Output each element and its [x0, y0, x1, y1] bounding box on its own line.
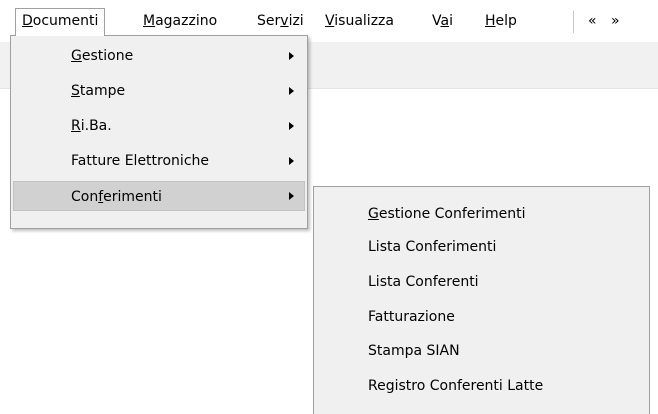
- menu-item-gestione[interactable]: Gestione: [13, 41, 305, 71]
- submenu-item-lista-conferimenti[interactable]: Lista Conferimenti: [368, 232, 496, 262]
- menu-documenti[interactable]: Documenti: [15, 8, 106, 36]
- menu-bar: Documenti Magazzino Servizi Visualizza V…: [0, 0, 658, 42]
- submenu-arrow-icon: [289, 122, 294, 130]
- menu-item-fatture-elettroniche[interactable]: Fatture Elettroniche: [13, 146, 305, 176]
- menu-item-conferimenti[interactable]: Conferimenti: [13, 181, 305, 211]
- menu-item-stampe[interactable]: Stampe: [13, 76, 305, 106]
- menu-servizi[interactable]: Servizi: [251, 8, 310, 34]
- submenu-item-stampa-sian[interactable]: Stampa SIAN: [368, 336, 460, 366]
- submenu-arrow-icon: [289, 192, 294, 200]
- conferimenti-submenu: Gestione Conferimenti Lista Conferimenti…: [313, 186, 650, 414]
- menu-vai[interactable]: Vai: [426, 8, 459, 34]
- submenu-arrow-icon: [289, 87, 294, 95]
- menu-help[interactable]: Help: [479, 8, 523, 34]
- submenu-item-fatturazione[interactable]: Fatturazione: [368, 302, 455, 332]
- submenu-item-lista-conferenti[interactable]: Lista Conferenti: [368, 267, 479, 297]
- menu-item-riba[interactable]: Ri.Ba.: [13, 111, 305, 141]
- menu-magazzino[interactable]: Magazzino: [137, 8, 223, 34]
- submenu-arrow-icon: [289, 52, 294, 60]
- nav-prev-button[interactable]: «: [582, 8, 603, 34]
- submenu-arrow-icon: [289, 157, 294, 165]
- submenu-item-registro-conferenti-latte[interactable]: Registro Conferenti Latte: [368, 371, 543, 401]
- menu-visualizza[interactable]: Visualizza: [319, 8, 400, 34]
- documenti-dropdown: Gestione Stampe Ri.Ba. Fatture Elettroni…: [10, 35, 308, 229]
- submenu-item-gestione-conferimenti[interactable]: Gestione Conferimenti: [368, 199, 526, 229]
- nav-next-button[interactable]: »: [605, 8, 626, 34]
- menu-separator: [573, 11, 574, 33]
